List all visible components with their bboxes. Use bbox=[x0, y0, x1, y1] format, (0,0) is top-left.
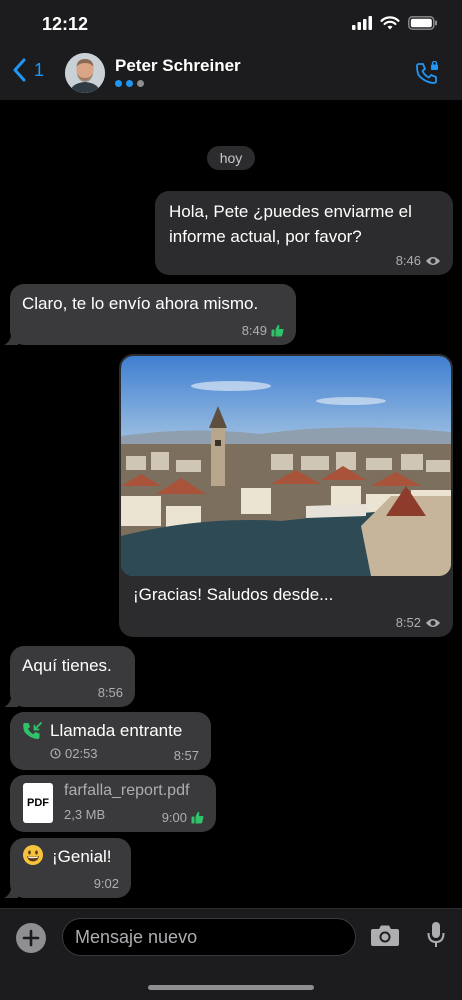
call-duration: 02:53 bbox=[65, 746, 98, 761]
message-meta: 8:57 bbox=[174, 748, 199, 763]
avatar-photo bbox=[65, 53, 105, 93]
signal-icon bbox=[352, 16, 372, 30]
presence-dot bbox=[126, 80, 133, 87]
plus-icon bbox=[22, 929, 40, 947]
attach-button[interactable] bbox=[16, 923, 46, 953]
microphone-icon bbox=[427, 922, 445, 947]
message-meta: 8:49 bbox=[242, 323, 284, 338]
message-bubble-image[interactable]: ¡Gracias! Saludos desde... 8:52 bbox=[119, 354, 453, 637]
message-input[interactable] bbox=[62, 918, 356, 956]
clock-icon bbox=[50, 748, 61, 759]
message-time: 8:46 bbox=[395, 253, 421, 268]
date-separator: hoy bbox=[207, 146, 255, 170]
message-time: 8:57 bbox=[173, 748, 199, 763]
back-button[interactable]: 1 bbox=[12, 58, 44, 82]
message-text: Claro, te lo envío ahora mismo. bbox=[22, 294, 259, 313]
file-size: 2,3 MB bbox=[64, 807, 106, 822]
file-bubble[interactable]: PDF farfalla_report.pdf 2,3 MB 9:00 bbox=[10, 775, 216, 832]
bubble-tail bbox=[4, 331, 18, 345]
call-bubble[interactable]: Llamada entrante 02:53 8:57 bbox=[10, 712, 211, 770]
contact-name[interactable]: Peter Schreiner bbox=[115, 56, 241, 76]
thumbs-up-icon bbox=[191, 811, 204, 824]
message-meta: 8:46 bbox=[396, 253, 441, 268]
presence-dots bbox=[115, 80, 144, 87]
thumbs-up-icon bbox=[271, 324, 284, 337]
message-text: Aquí tienes. bbox=[22, 656, 112, 675]
status-icons bbox=[352, 16, 438, 30]
microphone-button[interactable] bbox=[426, 921, 446, 954]
camera-button[interactable] bbox=[370, 923, 400, 952]
message-meta: 8:52 bbox=[396, 615, 441, 630]
call-button[interactable] bbox=[414, 60, 440, 92]
message-bubble-incoming[interactable]: ¡Genial! 9:02 bbox=[4, 838, 131, 898]
chat-header: 1 Peter Schreiner bbox=[0, 48, 462, 100]
home-indicator bbox=[148, 985, 314, 990]
chevron-left-icon bbox=[13, 58, 26, 82]
message-time: 9:00 bbox=[161, 810, 187, 825]
shared-photo[interactable] bbox=[121, 356, 451, 576]
message-time: 8:52 bbox=[395, 615, 421, 630]
bubble-tail bbox=[4, 884, 18, 898]
status-bar: 12:12 bbox=[0, 0, 462, 48]
call-duration-row: 02:53 bbox=[50, 746, 98, 761]
secure-phone-icon bbox=[416, 60, 438, 84]
message-text: Hola, Pete ¿puedes enviarme el informe a… bbox=[169, 202, 412, 246]
compose-bar bbox=[0, 908, 462, 1000]
message-meta: 9:00 bbox=[162, 810, 204, 825]
grinning-face-icon bbox=[22, 844, 44, 872]
message-bubble-incoming[interactable]: Aquí tienes. 8:56 bbox=[4, 646, 135, 707]
message-meta: 9:02 bbox=[94, 876, 119, 891]
unread-count: 1 bbox=[34, 59, 45, 80]
bubble-tail bbox=[4, 693, 18, 707]
incoming-call-icon bbox=[23, 722, 42, 739]
message-meta: 8:56 bbox=[98, 685, 123, 700]
avatar[interactable] bbox=[65, 53, 105, 93]
eye-icon bbox=[426, 618, 440, 627]
battery-icon bbox=[408, 16, 437, 30]
call-title: Llamada entrante bbox=[50, 721, 183, 740]
eye-icon bbox=[426, 256, 440, 265]
message-time: 8:56 bbox=[97, 685, 123, 700]
wifi-icon bbox=[380, 16, 400, 30]
file-name: farfalla_report.pdf bbox=[64, 782, 190, 799]
message-bubble-incoming[interactable]: Claro, te lo envío ahora mismo. 8:49 bbox=[4, 284, 296, 345]
message-text: ¡Genial! bbox=[52, 847, 112, 866]
image-caption: ¡Gracias! Saludos desde... bbox=[133, 585, 334, 604]
file-type-badge: PDF bbox=[27, 797, 49, 809]
status-time: 12:12 bbox=[42, 14, 89, 34]
camera-icon bbox=[371, 925, 399, 946]
pdf-file-icon: PDF bbox=[23, 783, 53, 823]
message-time: 9:02 bbox=[93, 876, 119, 891]
presence-dot bbox=[137, 80, 144, 87]
presence-dot bbox=[115, 80, 122, 87]
message-time: 8:49 bbox=[241, 323, 267, 338]
message-bubble-outgoing[interactable]: Hola, Pete ¿puedes enviarme el informe a… bbox=[155, 191, 453, 275]
